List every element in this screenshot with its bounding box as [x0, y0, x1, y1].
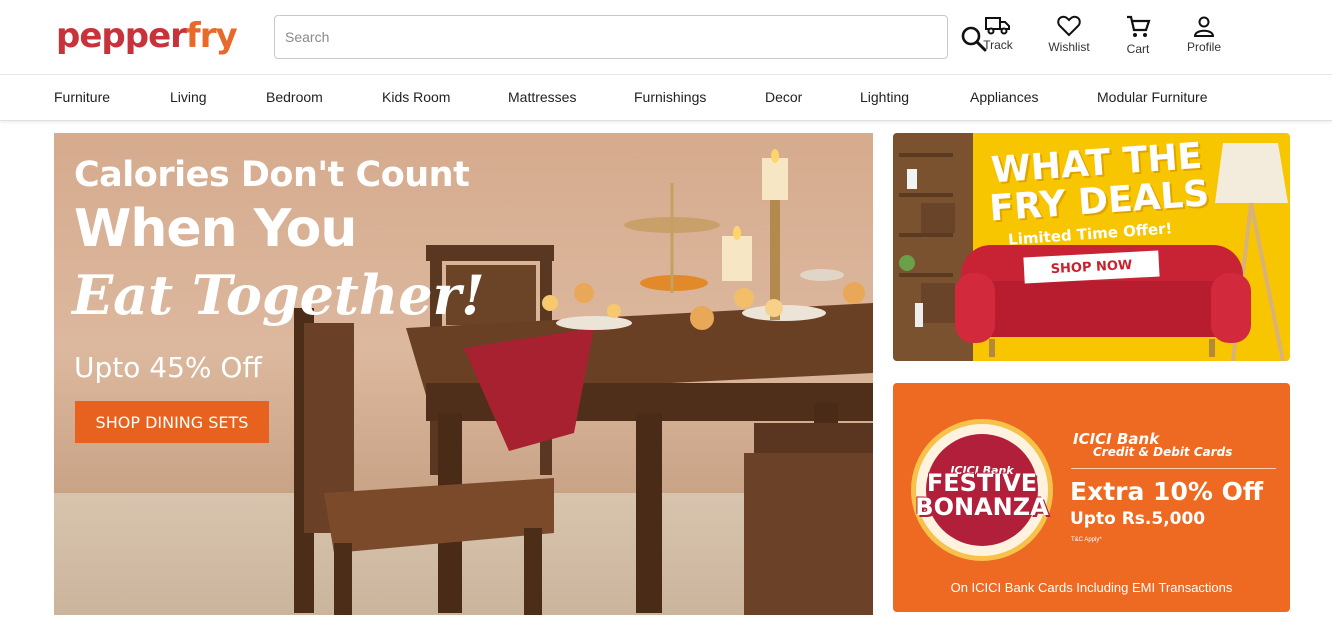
banner-fry-deals[interactable]: WHAT THE FRY DEALS Limited Time Offer! S… [893, 133, 1290, 361]
wishlist-button[interactable]: Wishlist [1043, 14, 1095, 54]
profile-button[interactable]: Profile [1182, 14, 1226, 54]
icici-upto-text: Upto Rs.5,000 [1070, 509, 1206, 529]
hero-offer-text: Upto 45% Off [74, 351, 262, 384]
search-input[interactable] [274, 15, 948, 59]
hero-headline-line3: Eat Together! [72, 263, 485, 327]
nav-lighting[interactable]: Lighting [860, 89, 909, 105]
shop-dining-sets-button[interactable]: SHOP DINING SETS [75, 401, 269, 443]
nav-living[interactable]: Living [170, 89, 207, 105]
festive-bonanza-title: FESTIVE BONANZA [915, 469, 1049, 521]
logo-text-fry: fry [185, 16, 238, 56]
category-nav: Furniture Living Bedroom Kids Room Mattr… [0, 75, 1332, 121]
nav-furniture[interactable]: Furniture [54, 89, 110, 105]
nav-kids-room[interactable]: Kids Room [382, 89, 450, 105]
cart-button[interactable]: Cart [1120, 14, 1156, 56]
divider [1071, 468, 1276, 469]
nav-appliances[interactable]: Appliances [970, 89, 1039, 105]
truck-icon [985, 17, 1010, 35]
track-button[interactable]: Track [978, 14, 1018, 52]
hero-headline-line2: When You [74, 199, 357, 259]
site-header: pepperfry Track Wishlist Cart [0, 0, 1332, 75]
hero-banner-dining[interactable]: Calories Don't Count When You Eat Togeth… [54, 133, 873, 615]
track-label: Track [983, 38, 1013, 52]
profile-label: Profile [1186, 40, 1221, 54]
hero-headline-line1: Calories Don't Count [74, 155, 470, 195]
fry-deals-title: WHAT THE FRY DEALS [988, 135, 1211, 230]
cart-icon [1127, 15, 1151, 37]
nav-modular-furniture[interactable]: Modular Furniture [1097, 89, 1208, 105]
icici-footer-text: On ICICI Bank Cards Including EMI Transa… [950, 580, 1233, 595]
logo-text-pepper: pepper [56, 16, 187, 56]
nav-bedroom[interactable]: Bedroom [266, 89, 323, 105]
icici-offer-text: Extra 10% Off [1070, 477, 1264, 506]
wishlist-label: Wishlist [1048, 40, 1090, 54]
heart-icon [1057, 15, 1081, 37]
banner-icici-offer[interactable]: ICICI Bank FESTIVE BONANZA ICICI Bank Cr… [893, 383, 1290, 612]
pepperfry-logo[interactable]: pepperfry [56, 14, 238, 58]
user-icon [1193, 16, 1215, 37]
icici-terms: T&C Apply* [1071, 537, 1102, 543]
nav-furnishings[interactable]: Furnishings [634, 89, 706, 105]
icici-card-type: Credit & Debit Cards [1093, 445, 1233, 459]
cart-label: Cart [1126, 42, 1150, 56]
nav-mattresses[interactable]: Mattresses [508, 89, 576, 105]
nav-decor[interactable]: Decor [765, 89, 802, 105]
